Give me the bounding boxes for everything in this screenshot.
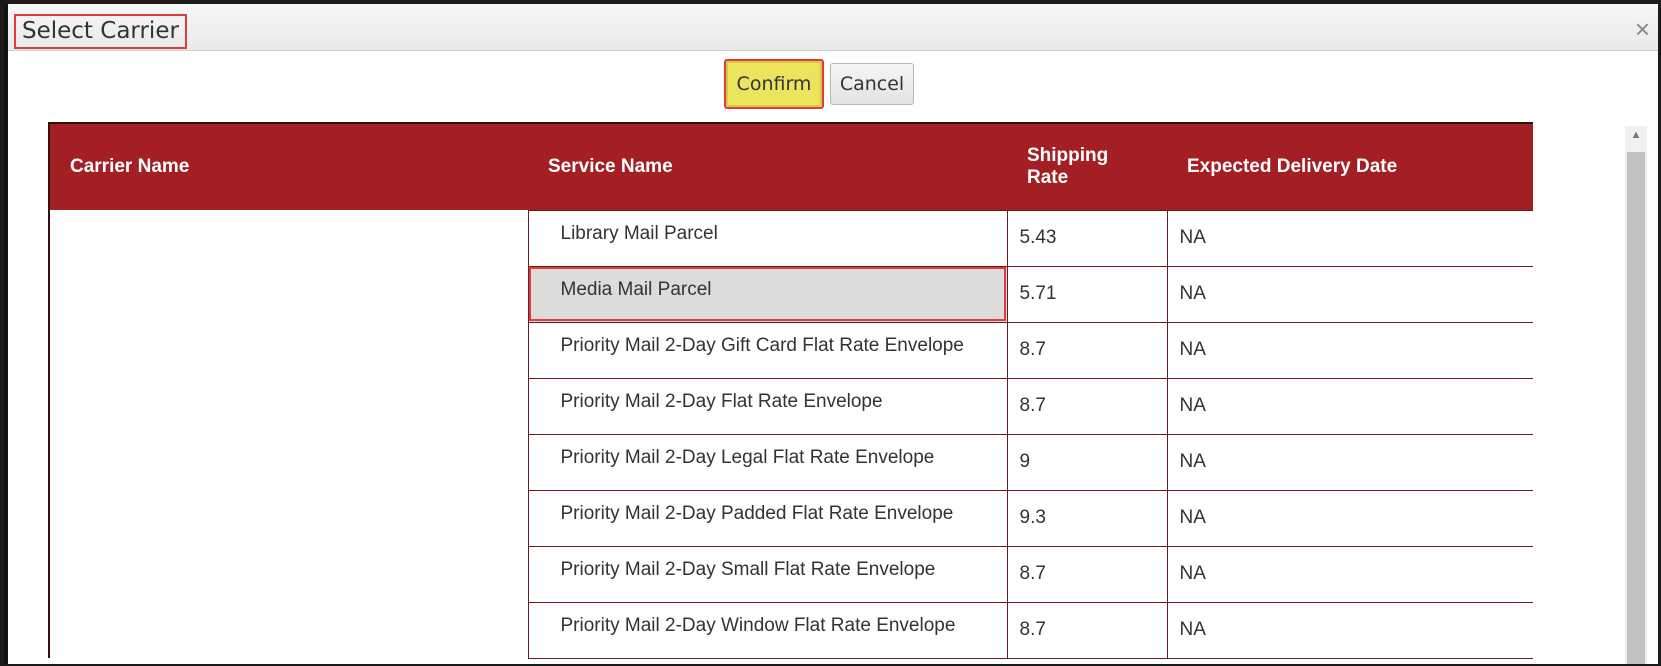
shipping-rate-cell: 8.7 [1006, 321, 1168, 379]
close-icon[interactable]: × [1635, 16, 1650, 42]
table-header-row: Carrier Name Service Name Shipping Rate … [48, 122, 1533, 210]
header-shipping-rate: Shipping Rate [1007, 122, 1167, 210]
shipping-rate-cell: 8.7 [1006, 377, 1168, 435]
service-name-cell[interactable]: Priority Mail 2-Day Window Flat Rate Env… [527, 601, 1008, 659]
header-service-name: Service Name [528, 122, 1007, 210]
chevron-up-icon[interactable]: ▲ [1625, 126, 1647, 144]
service-name-cell[interactable]: Media Mail Parcel [527, 265, 1008, 323]
select-carrier-dialog: Select Carrier × Confirm Cancel Carrier … [4, 4, 1658, 664]
scrollbar-thumb[interactable] [1627, 152, 1645, 664]
delivery-date-cell: NA [1166, 433, 1533, 491]
shipping-rate-cell: 9.3 [1006, 489, 1168, 547]
carrier-table: Carrier Name Service Name Shipping Rate … [48, 122, 1533, 659]
carrier-name-cell [48, 210, 529, 658]
dialog-titlebar: Select Carrier × [8, 4, 1658, 51]
service-name-cell[interactable]: Library Mail Parcel [527, 209, 1008, 267]
header-carrier-name: Carrier Name [48, 122, 528, 210]
delivery-date-cell: NA [1166, 209, 1533, 267]
dialog-title: Select Carrier [14, 14, 187, 49]
service-name-cell[interactable]: Priority Mail 2-Day Small Flat Rate Enve… [527, 545, 1008, 603]
delivery-date-cell: NA [1166, 321, 1533, 379]
header-expected-delivery: Expected Delivery Date [1167, 122, 1533, 210]
service-name-cell[interactable]: Priority Mail 2-Day Legal Flat Rate Enve… [527, 433, 1008, 491]
service-name-cell[interactable]: Priority Mail 2-Day Flat Rate Envelope [527, 377, 1008, 435]
delivery-date-cell: NA [1166, 265, 1533, 323]
delivery-date-cell: NA [1166, 489, 1533, 547]
confirm-button[interactable]: Confirm [724, 59, 824, 109]
carrier-table-container: Carrier Name Service Name Shipping Rate … [48, 122, 1533, 664]
shipping-rate-cell: 8.7 [1006, 545, 1168, 603]
cancel-button[interactable]: Cancel [830, 63, 914, 105]
delivery-date-cell: NA [1166, 377, 1533, 435]
table-scrollbar[interactable]: ▲ [1625, 126, 1647, 664]
table-row[interactable]: Library Mail Parcel 5.43 NA [48, 209, 1533, 658]
delivery-date-cell: NA [1166, 601, 1533, 659]
action-buttons: Confirm Cancel [8, 59, 1658, 113]
shipping-rate-cell: 8.7 [1006, 601, 1168, 659]
shipping-rate-cell: 5.43 [1006, 209, 1168, 267]
shipping-rate-cell: 5.71 [1006, 265, 1168, 323]
service-name-cell[interactable]: Priority Mail 2-Day Padded Flat Rate Env… [527, 489, 1008, 547]
delivery-date-cell: NA [1166, 545, 1533, 603]
service-name-cell[interactable]: Priority Mail 2-Day Gift Card Flat Rate … [527, 321, 1008, 379]
shipping-rate-cell: 9 [1006, 433, 1168, 491]
